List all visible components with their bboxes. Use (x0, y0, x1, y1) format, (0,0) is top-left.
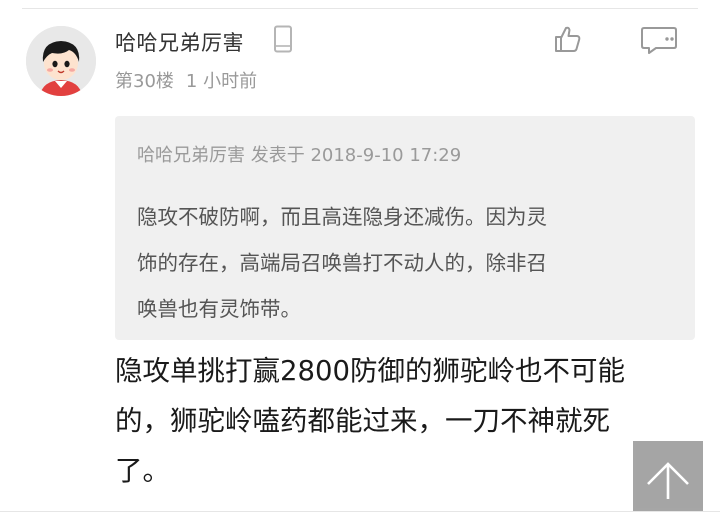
quote-header: 哈哈兄弟厉害 发表于 2018-9-10 17:29 (137, 145, 462, 166)
bottom-divider (0, 511, 720, 512)
post-time: 1 小时前 (185, 71, 258, 92)
thumbs-up-icon[interactable] (553, 24, 583, 54)
quote-body: 隐攻不破防啊，而且高连隐身还减伤。因为灵 饰的存在，高端局召唤兽打不动人的，除非… (137, 194, 677, 332)
reply-content: 隐攻单挑打赢2800防御的狮驼岭也不可能 的，狮驼岭嗑药都能过来，一刀不神就死 … (115, 346, 705, 496)
reply-line: 的，狮驼岭嗑药都能过来，一刀不神就死 (115, 405, 610, 437)
quote-line: 隐攻不破防啊，而且高连隐身还减伤。因为灵 (137, 205, 547, 229)
quote-line: 唤兽也有灵饰带。 (137, 297, 301, 321)
cartoon-avatar-icon (26, 26, 96, 96)
comment-icon[interactable] (640, 25, 678, 55)
phone-icon (273, 25, 293, 53)
quote-line: 饰的存在，高端局召唤兽打不动人的，除非召 (137, 251, 547, 275)
arrow-up-icon (647, 462, 689, 499)
reply-line: 了。 (115, 455, 170, 487)
username[interactable]: 哈哈兄弟厉害 (115, 27, 244, 57)
comment-post: 哈哈兄弟厉害 第30楼 1 小时前 哈哈兄弟厉害 发表于 2018-9-10 17… (0, 0, 720, 515)
quoted-reply: 哈哈兄弟厉害 发表于 2018-9-10 17:29 隐攻不破防啊，而且高连隐身… (115, 116, 695, 340)
top-divider (22, 8, 698, 9)
avatar[interactable] (26, 26, 96, 96)
back-to-top-button[interactable] (633, 441, 703, 511)
reply-line: 隐攻单挑打赢2800防御的狮驼岭也不可能 (115, 355, 625, 387)
post-meta: 第30楼 1 小时前 (115, 67, 257, 93)
floor-number: 第30楼 (115, 71, 174, 92)
